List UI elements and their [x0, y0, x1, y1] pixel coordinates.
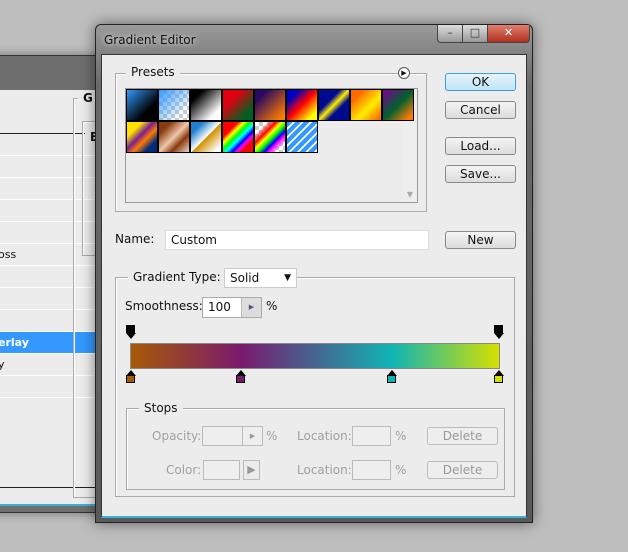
delete-opacity-stop-button[interactable]: Delete: [427, 427, 498, 445]
gradient-bar[interactable]: [130, 343, 500, 369]
opacity-stop[interactable]: [493, 325, 504, 339]
name-label: Name:: [115, 232, 155, 246]
presets-label: Presets: [126, 65, 180, 79]
maximize-button[interactable]: □: [462, 25, 488, 43]
save-button[interactable]: Save...: [445, 165, 516, 183]
preset-swatch[interactable]: [254, 89, 286, 121]
opacity-slider-arrow-icon[interactable]: ▶: [242, 427, 262, 445]
gradient-type-value: Solid: [230, 271, 260, 285]
gradient-type-select[interactable]: Solid ▼: [224, 268, 297, 288]
color-location-percent: %: [395, 463, 407, 477]
scroll-down-icon[interactable]: ▼: [403, 190, 417, 199]
cancel-button[interactable]: Cancel: [445, 101, 516, 119]
preset-swatch[interactable]: [126, 89, 158, 121]
ok-button[interactable]: OK: [445, 73, 516, 91]
preset-swatch[interactable]: [254, 121, 286, 153]
name-input[interactable]: Custom: [165, 230, 429, 250]
color-stop[interactable]: [386, 370, 398, 384]
smoothness-slider-arrow-icon[interactable]: ▶: [241, 298, 261, 317]
stops-label: Stops: [139, 401, 183, 415]
opacity-stop[interactable]: [125, 325, 136, 339]
smoothness-label: Smoothness:: [125, 299, 203, 313]
color-swatch[interactable]: [203, 460, 240, 480]
minimize-button[interactable]: –: [437, 25, 463, 43]
preset-swatch[interactable]: [222, 121, 254, 153]
preset-swatch[interactable]: [158, 121, 190, 153]
smoothness-value: 100: [208, 300, 231, 314]
color-stop[interactable]: [125, 370, 136, 384]
dialog-title: Gradient Editor: [104, 33, 196, 47]
preset-swatch[interactable]: [350, 89, 382, 121]
gradient-type-label: Gradient Type:: [128, 270, 226, 284]
opacity-location-label: Location:: [297, 429, 352, 443]
gradient-group: Gradient Type: Solid ▼ Smoothness: 100 ▶…: [115, 268, 516, 497]
opacity-label: Opacity:: [152, 429, 202, 443]
preset-swatch[interactable]: [318, 89, 350, 121]
flyout-arrow-icon[interactable]: ▶: [398, 67, 410, 79]
color-picker-arrow-icon[interactable]: ▶: [243, 460, 260, 480]
preset-swatch[interactable]: [158, 89, 190, 121]
smoothness-input[interactable]: 100 ▶: [202, 297, 262, 318]
chevron-down-icon: ▼: [284, 273, 291, 283]
preset-swatch[interactable]: [286, 121, 318, 153]
gradient-editor-dialog: Gradient Editor – □ ✕ Presets ▶ ▲ ▼ OK C…: [95, 24, 533, 523]
preset-swatch[interactable]: [382, 89, 414, 121]
opacity-percent: %: [266, 429, 278, 443]
opacity-location-input[interactable]: [352, 426, 391, 446]
color-location-label: Location:: [297, 463, 352, 477]
smoothness-percent: %: [266, 299, 278, 313]
preset-swatch[interactable]: [222, 89, 254, 121]
color-stop[interactable]: [235, 370, 247, 384]
preset-swatch[interactable]: [190, 89, 222, 121]
dialog-body: Presets ▶ ▲ ▼ OK Cancel Load... Save... …: [101, 54, 527, 518]
stops-group: Stops Opacity: ▶ % Location: % Delete Co…: [126, 401, 505, 490]
new-button[interactable]: New: [445, 231, 516, 249]
preset-swatch[interactable]: [286, 89, 318, 121]
preset-swatch[interactable]: [126, 121, 158, 153]
color-stop[interactable]: [493, 370, 504, 384]
color-location-input[interactable]: [352, 460, 391, 480]
preset-swatch[interactable]: [190, 121, 222, 153]
opacity-location-percent: %: [395, 429, 407, 443]
opacity-input[interactable]: ▶: [202, 426, 263, 446]
close-button[interactable]: ✕: [487, 25, 530, 43]
load-button[interactable]: Load...: [445, 137, 516, 155]
preset-swatch-panel: ▲ ▼: [125, 88, 418, 203]
presets-group: Presets ▶ ▲ ▼: [115, 65, 427, 212]
color-label: Color:: [166, 463, 202, 477]
delete-color-stop-button[interactable]: Delete: [427, 461, 498, 479]
gradient-area: [116, 322, 516, 392]
